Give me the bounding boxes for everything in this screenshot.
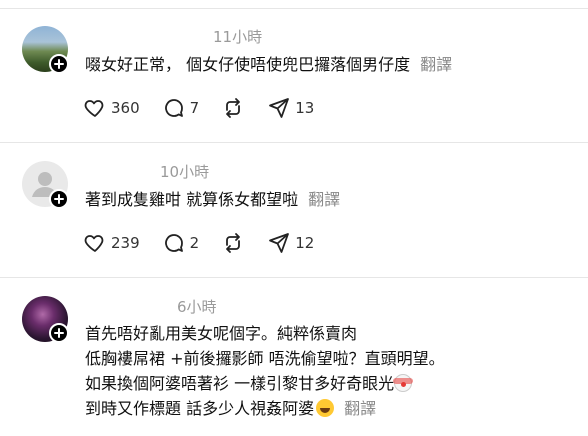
grinning-sweat-icon [316, 399, 335, 417]
comment-line-3: 如果換個阿婆唔著衫 一樣引黎甘多好奇眼光 [85, 372, 414, 396]
comment-icon [164, 99, 183, 117]
translate-link[interactable]: 翻譯 [308, 190, 340, 209]
comment-time: 11小時 [213, 28, 263, 46]
like-button[interactable]: 360 [83, 96, 140, 120]
heart-icon [84, 235, 104, 252]
clown-face-icon [393, 374, 414, 392]
repost-icon [226, 98, 241, 118]
follow-plus-icon[interactable] [49, 54, 69, 74]
reply-count: 2 [189, 234, 200, 252]
follow-plus-icon[interactable] [49, 189, 69, 209]
translate-link[interactable]: 翻譯 [344, 399, 376, 418]
divider-top [0, 8, 588, 9]
comment-text: 啜女好正常， 個女仔使唔使兜巴攞落個男仔度 翻譯 [85, 53, 452, 77]
comment-body: 著到成隻雞咁 就算係女都望啦 [85, 190, 299, 209]
follow-plus-icon[interactable] [49, 323, 69, 343]
action-bar: 239 2 12 [83, 231, 336, 255]
comment-line-4: 到時又作標題 話多少人視姦阿婆 翻譯 [85, 397, 376, 421]
comment-text: 著到成隻雞咁 就算係女都望啦 翻譯 [85, 188, 340, 212]
comment-time: 6小時 [177, 298, 217, 316]
reply-count: 7 [189, 99, 200, 117]
like-button[interactable]: 239 [83, 231, 140, 255]
send-icon [269, 233, 290, 253]
comment-time: 10小時 [160, 163, 210, 181]
action-bar: 360 7 13 [83, 96, 336, 120]
like-count: 360 [111, 99, 140, 117]
share-button[interactable]: 12 [267, 231, 314, 255]
comment-body: 啜女好正常， 個女仔使唔使兜巴攞落個男仔度 [85, 55, 411, 74]
reply-button[interactable]: 7 [162, 96, 200, 120]
repost-icon [226, 233, 241, 253]
comment-line-3-text: 如果換個阿婆唔著衫 一樣引黎甘多好奇眼光 [85, 374, 395, 393]
share-count: 12 [295, 234, 315, 252]
comment-line-1: 首先唔好亂用美女呢個字。純粹係賣肉 [85, 324, 358, 343]
translate-link[interactable]: 翻譯 [420, 55, 452, 74]
comment-icon [164, 234, 183, 252]
divider [0, 142, 588, 143]
repost-button[interactable] [221, 96, 245, 120]
like-count: 239 [111, 234, 140, 252]
repost-button[interactable] [221, 231, 245, 255]
share-button[interactable]: 13 [267, 96, 314, 120]
heart-icon [84, 100, 104, 117]
comment-line-2: 低胸褸屌裙 +前後攞影師 唔洗偷望啦？直頭明望。 [85, 349, 445, 368]
comment-line-4-text: 到時又作標題 話多少人視姦阿婆 [85, 399, 315, 418]
share-count: 13 [295, 99, 315, 117]
send-icon [269, 98, 290, 118]
divider [0, 277, 588, 278]
reply-button[interactable]: 2 [162, 231, 200, 255]
